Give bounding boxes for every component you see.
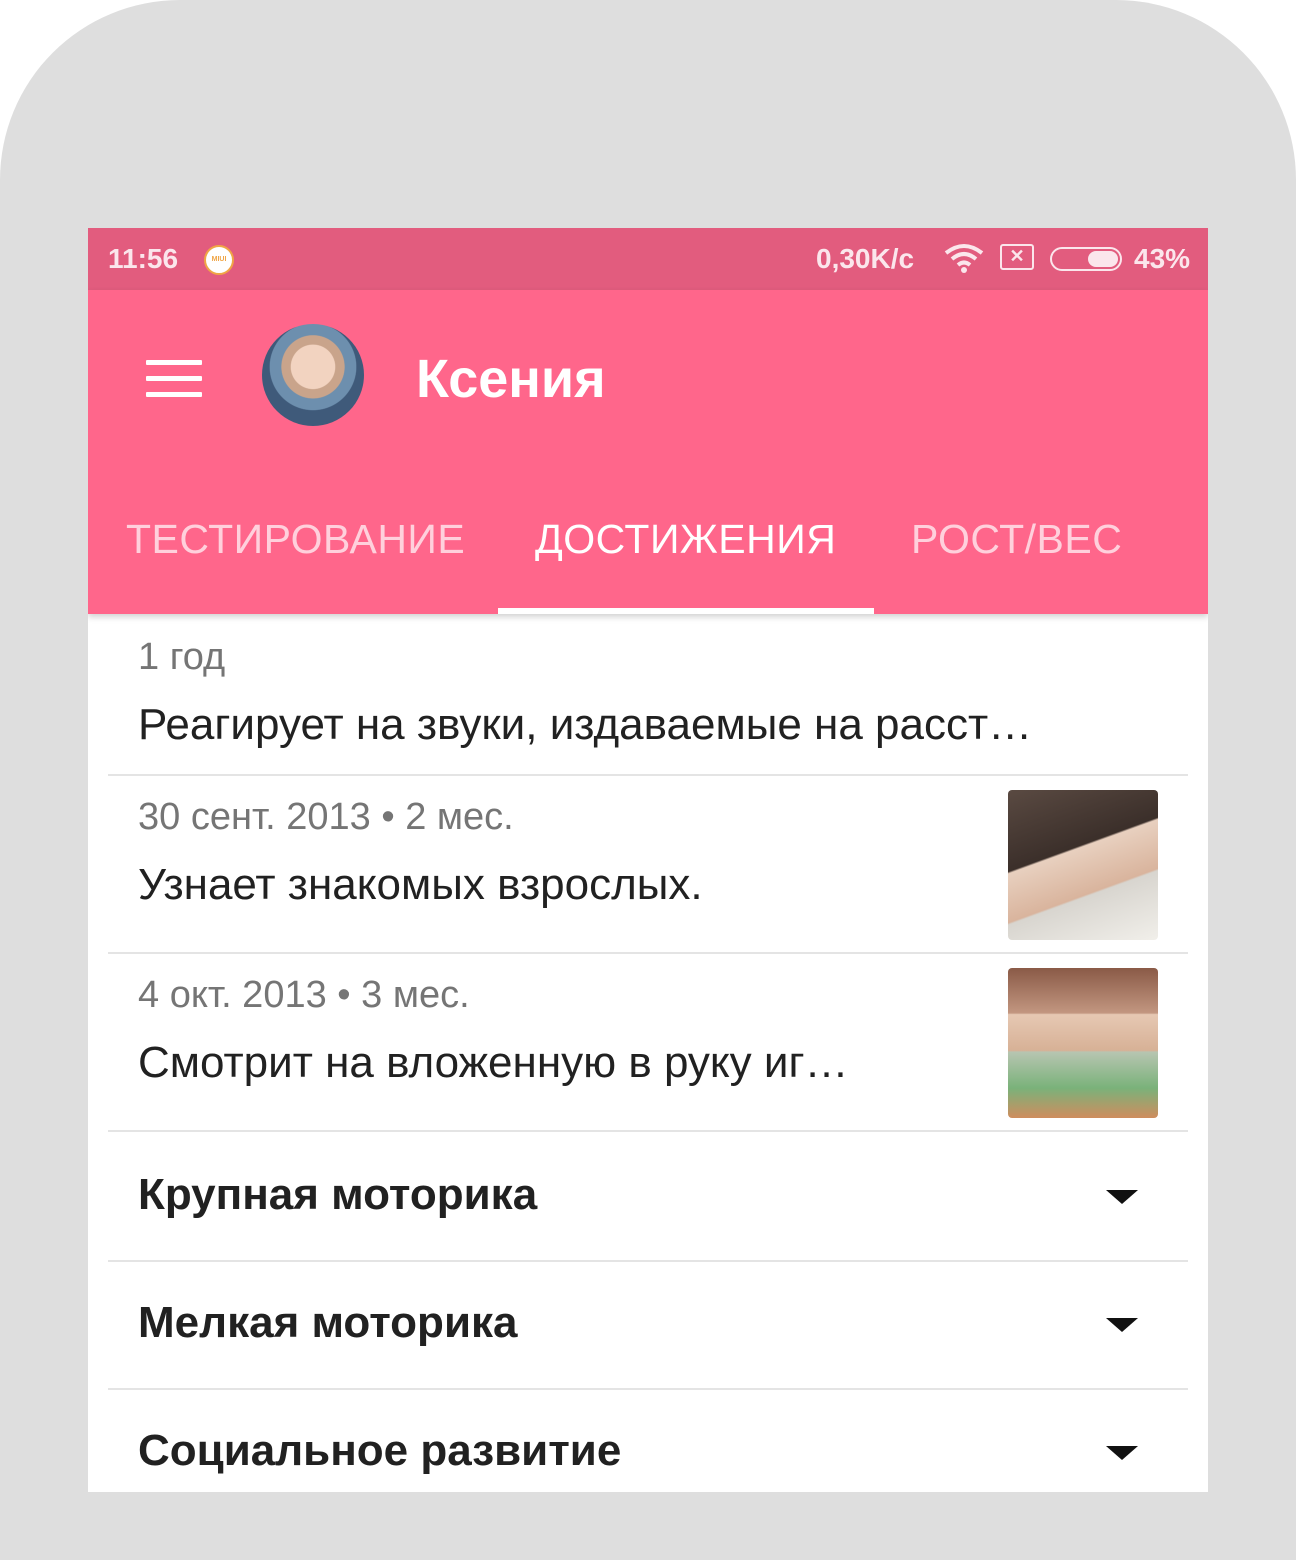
item-meta: 30 сент. 2013 • 2 мес. xyxy=(138,796,514,838)
app-screen: 11:56 MIUI 0,30K/c ✕ 43% Ксения ТЕСТИРОВ… xyxy=(88,228,1208,1492)
app-bar: Ксения ТЕСТИРОВАНИЕ ДОСТИЖЕНИЯ РОСТ/ВЕС xyxy=(88,290,1208,614)
section-social-development[interactable]: Социальное развитие xyxy=(108,1388,1188,1492)
network-speed: 0,30K/c xyxy=(816,243,915,274)
achievement-photo[interactable] xyxy=(1008,968,1158,1118)
tab-testing[interactable]: ТЕСТИРОВАНИЕ xyxy=(126,516,465,563)
battery-percent: 43% xyxy=(1134,243,1191,274)
status-bar: 11:56 MIUI 0,30K/c ✕ 43% xyxy=(88,228,1208,290)
section-label: Крупная моторика xyxy=(138,1170,538,1219)
chevron-down-icon xyxy=(1106,1446,1138,1460)
achievement-photo[interactable] xyxy=(1008,790,1158,940)
list-item[interactable]: 1 год Реагирует на звуки, издаваемые на … xyxy=(108,614,1188,776)
tab-growth-weight[interactable]: РОСТ/ВЕС xyxy=(911,516,1122,563)
battery-icon xyxy=(1050,247,1122,271)
section-label: Социальное развитие xyxy=(138,1426,622,1475)
chevron-down-icon xyxy=(1106,1190,1138,1204)
section-label: Мелкая моторика xyxy=(138,1298,518,1347)
list-item[interactable]: 4 окт. 2013 • 3 мес. Смотрит на вложенну… xyxy=(108,954,1188,1132)
item-text: Реагирует на звуки, издаваемые на расст… xyxy=(138,700,1033,749)
sim-card-icon: ✕ xyxy=(1000,244,1034,270)
list-item[interactable]: 30 сент. 2013 • 2 мес. Узнает знакомых в… xyxy=(108,776,1188,954)
section-gross-motor[interactable]: Крупная моторика xyxy=(108,1132,1188,1262)
section-fine-motor[interactable]: Мелкая моторика xyxy=(108,1260,1188,1390)
menu-icon[interactable] xyxy=(146,360,202,400)
page-title: Ксения xyxy=(416,349,606,409)
miui-icon: MIUI xyxy=(204,245,234,275)
wifi-icon xyxy=(944,243,984,280)
item-meta: 4 окт. 2013 • 3 мес. xyxy=(138,974,470,1016)
tab-achievements[interactable]: ДОСТИЖЕНИЯ xyxy=(535,516,836,563)
item-meta: 1 год xyxy=(138,636,226,678)
status-time: 11:56 xyxy=(108,243,179,274)
child-avatar[interactable] xyxy=(262,324,364,426)
chevron-down-icon xyxy=(1106,1318,1138,1332)
item-text: Смотрит на вложенную в руку иг… xyxy=(138,1038,849,1087)
item-text: Узнает знакомых взрослых. xyxy=(138,860,703,909)
